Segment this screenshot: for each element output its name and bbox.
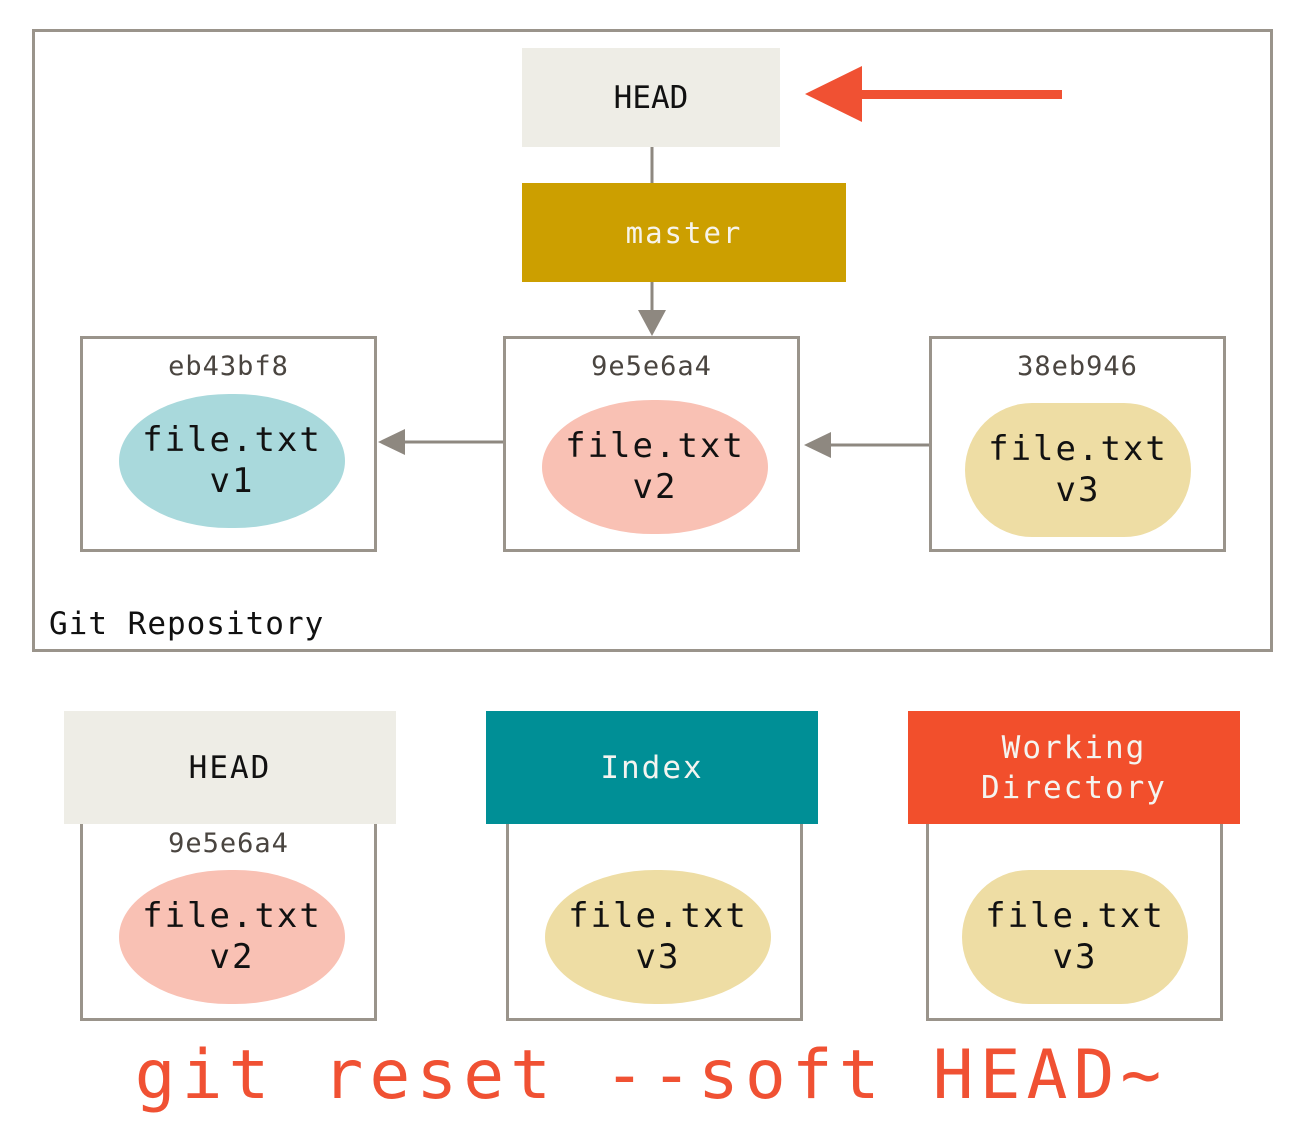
head-area-box: 9e5e6a4 file.txt v2: [80, 824, 377, 1021]
file-blob: file.txt v2: [542, 400, 768, 534]
file-version: v2: [209, 937, 255, 977]
commit-sha: 38eb946: [1017, 351, 1138, 382]
file-blob: file.txt v3: [962, 870, 1188, 1004]
file-version: v2: [632, 467, 678, 507]
commit-sha: eb43bf8: [168, 351, 289, 382]
file-name: file.txt: [568, 896, 748, 936]
commit-node: eb43bf8 file.txt v1: [80, 336, 377, 552]
file-name: file.txt: [565, 426, 745, 466]
git-repository-label: Git Repository: [49, 606, 325, 642]
file-version: v3: [1055, 470, 1101, 510]
working-directory-title-line1: Working: [1001, 729, 1147, 766]
head-area-header: HEAD: [64, 711, 396, 824]
master-branch-ref: master: [522, 183, 846, 282]
git-command-caption: git reset --soft HEAD~: [134, 1036, 1168, 1115]
file-version: v3: [1052, 937, 1098, 977]
commit-node: 38eb946 file.txt v3: [929, 336, 1226, 552]
index-area-box: file.txt v3: [506, 824, 803, 1021]
commit-sha: 9e5e6a4: [591, 351, 712, 382]
commit-node: 9e5e6a4 file.txt v2: [503, 336, 800, 552]
file-blob: file.txt v3: [965, 403, 1191, 537]
file-name: file.txt: [988, 429, 1168, 469]
working-directory-title-line2: Directory: [981, 769, 1167, 806]
file-blob: file.txt v1: [119, 394, 345, 528]
file-version: v1: [209, 461, 255, 501]
head-area-sha: 9e5e6a4: [168, 828, 289, 859]
file-blob: file.txt v3: [545, 870, 771, 1004]
file-name: file.txt: [142, 896, 322, 936]
head-ref: HEAD: [522, 48, 780, 147]
file-blob: file.txt v2: [119, 870, 345, 1004]
file-version: v3: [635, 937, 681, 977]
working-directory-area-header: Working Directory: [908, 711, 1240, 824]
file-name: file.txt: [985, 896, 1165, 936]
working-directory-area-box: file.txt v3: [926, 824, 1223, 1021]
index-area-header: Index: [486, 711, 818, 824]
file-name: file.txt: [142, 420, 322, 460]
